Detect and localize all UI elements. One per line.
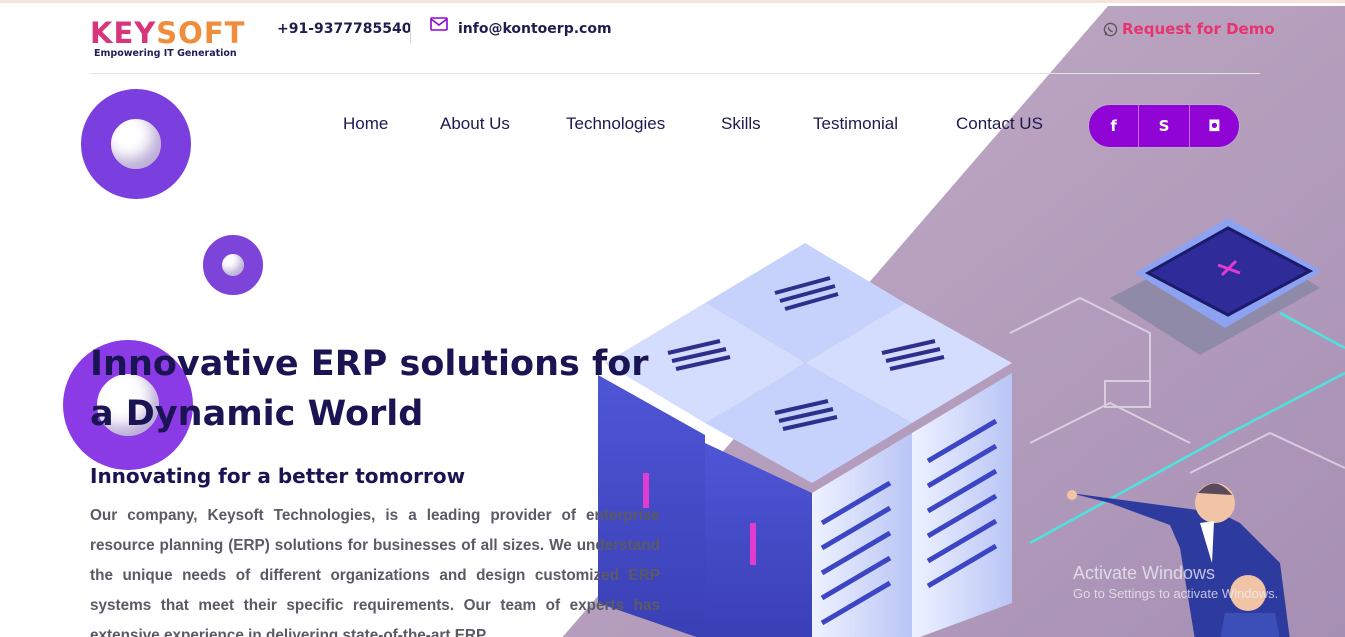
divider [410,21,411,43]
activate-windows-watermark: Activate Windows Go to Settings to activ… [1073,563,1278,601]
phone-number[interactable]: +91-9377785540 [277,21,411,37]
page: KEYSOFT Empowering IT Generation +91-937… [0,0,1345,637]
hero-paragraph: Our company, Keysoft Technologies, is a … [90,507,660,637]
decorative-ring [203,235,263,295]
skype-icon[interactable]: S [1139,105,1190,147]
request-demo-link[interactable]: Request for Demo [1122,20,1275,38]
hero-subtitle: Innovating for a better tomorrow [90,464,466,488]
nav-skills[interactable]: Skills [721,114,761,134]
email-link[interactable]: info@kontoerp.com [458,21,612,37]
nav-about-us[interactable]: About Us [440,114,510,134]
nav-technologies[interactable]: Technologies [566,114,665,134]
facebook-icon[interactable]: f [1089,105,1140,147]
header-divider [90,73,1260,74]
nav-testimonial[interactable]: Testimonial [813,114,898,134]
brand-logo[interactable]: KEYSOFT Empowering IT Generation [90,16,250,62]
watermark-title: Activate Windows [1073,563,1216,583]
logo-tagline: Empowering IT Generation [94,48,237,59]
social-links: f S ◘ [1088,104,1240,148]
instagram-icon[interactable]: ◘ [1190,105,1239,147]
decorative-ring [81,89,191,199]
logo-wordmark: KEYSOFT [90,16,246,50]
nav-contact-us[interactable]: Contact US [956,114,1043,134]
nav-home[interactable]: Home [343,114,388,134]
whatsapp-icon [1103,22,1118,37]
mail-icon [430,17,448,31]
hero-title: Innovative ERP solutions for a Dynamic W… [90,344,649,434]
watermark-subtitle: Go to Settings to activate Windows. [1073,586,1279,601]
